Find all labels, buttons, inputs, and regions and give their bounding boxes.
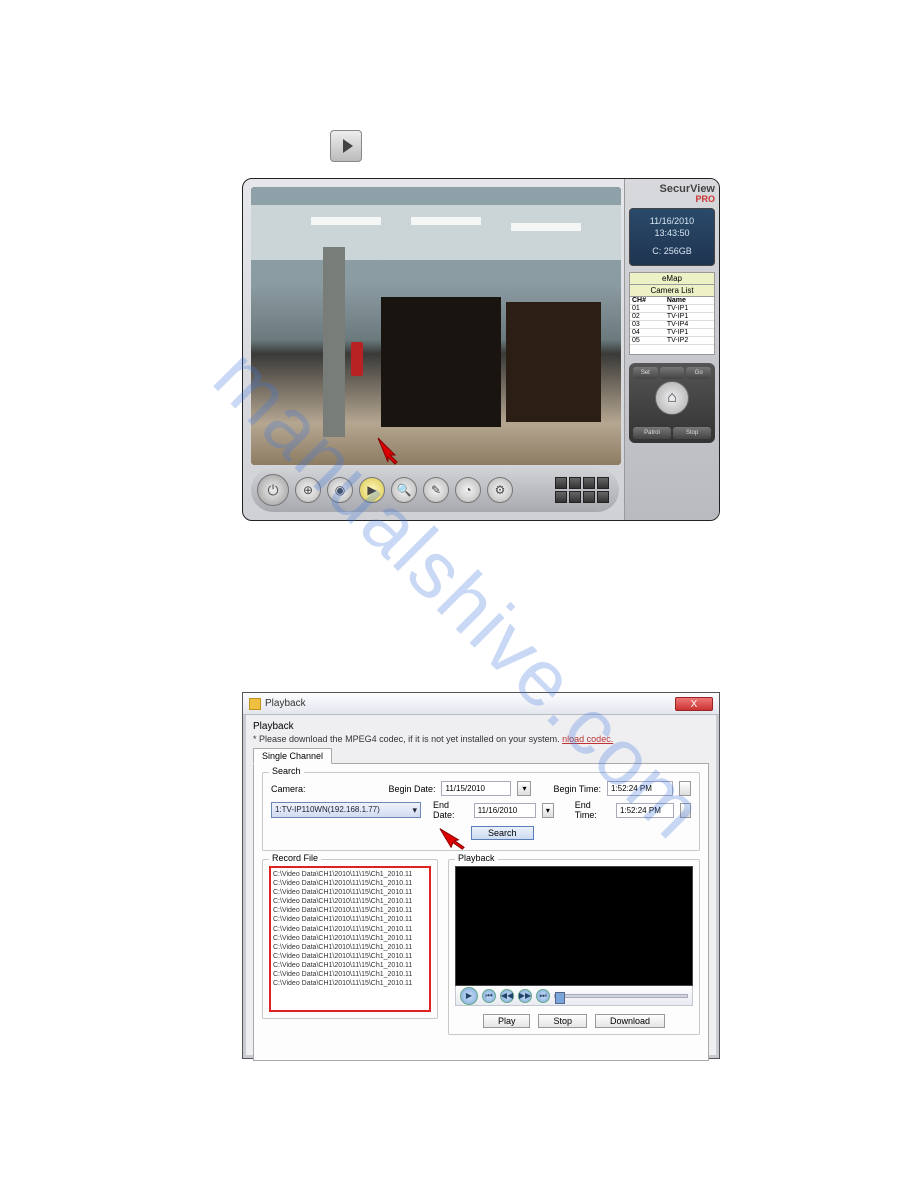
list-item[interactable]: C:\Video Data\CH1\2010\11\15\Ch1_2010.11 <box>273 888 427 897</box>
playback-group-title: Playback <box>455 853 498 863</box>
calendar-icon[interactable]: ▾ <box>517 781 531 796</box>
emap-button[interactable]: eMap <box>629 272 715 285</box>
codec-link[interactable]: nload codec. <box>562 734 613 744</box>
begin-date-input[interactable]: 11/15/2010 <box>441 781 511 796</box>
video-area[interactable] <box>251 187 621 465</box>
stop-button[interactable]: Stop <box>673 427 711 439</box>
rewind-icon[interactable]: ◀◀ <box>500 989 514 1003</box>
list-item[interactable]: C:\Video Data\CH1\2010\11\15\Ch1_2010.11 <box>273 943 427 952</box>
forward-icon[interactable]: ▶▶ <box>518 989 532 1003</box>
go-button[interactable]: Go <box>686 367 711 379</box>
title-bar[interactable]: Playback X <box>243 693 719 715</box>
camera-list-title: Camera List <box>629 285 715 297</box>
search-button[interactable]: Search <box>471 826 534 840</box>
close-button[interactable]: X <box>675 697 713 711</box>
tab-panel: Search Camera: Begin Date: 11/15/2010 ▾ … <box>253 763 709 1061</box>
playback-group: Playback ▶ ⏮ ◀◀ ▶▶ ⏭ Play Stop <box>448 859 700 1035</box>
play-pause-icon[interactable]: ▶ <box>460 987 478 1005</box>
red-arrow-icon <box>375 435 405 465</box>
right-panel: SecurView PRO 11/16/2010 13:43:50 C: 256… <box>624 179 719 520</box>
list-item[interactable]: C:\Video Data\CH1\2010\11\15\Ch1_2010.11 <box>273 879 427 888</box>
home-icon[interactable] <box>655 381 689 415</box>
seek-slider[interactable] <box>554 994 688 998</box>
col-ch: CH# <box>630 297 665 305</box>
download-button[interactable]: Download <box>595 1014 665 1028</box>
list-item[interactable]: C:\Video Data\CH1\2010\11\15\Ch1_2010.11 <box>273 970 427 979</box>
time-spinner[interactable] <box>679 781 691 796</box>
video-scene <box>251 187 621 465</box>
list-item[interactable]: C:\Video Data\CH1\2010\11\15\Ch1_2010.11 <box>273 897 427 906</box>
end-time-label: End Time: <box>575 800 610 820</box>
record-icon[interactable]: ◉ <box>327 477 353 503</box>
patrol-button[interactable]: Patrol <box>633 427 671 439</box>
end-date-input[interactable]: 11/16/2010 <box>474 803 536 818</box>
settings1-icon[interactable]: ⊕ <box>295 477 321 503</box>
end-date-label: End Date: <box>433 800 468 820</box>
list-item[interactable]: C:\Video Data\CH1\2010\11\15\Ch1_2010.11 <box>273 915 427 924</box>
tab-single-channel[interactable]: Single Channel <box>253 748 332 764</box>
play-button[interactable]: Play <box>483 1014 531 1028</box>
record-file-list[interactable]: C:\Video Data\CH1\2010\11\15\Ch1_2010.11… <box>269 866 431 1012</box>
list-item[interactable]: C:\Video Data\CH1\2010\11\15\Ch1_2010.11 <box>273 925 427 934</box>
end-time-input[interactable]: 1:52:24 PM <box>616 803 674 818</box>
camera-label: Camera: <box>271 784 323 794</box>
layout-grid[interactable] <box>555 477 609 503</box>
camera-select[interactable]: 1:TV-IP110WN(192.168.1.77) <box>271 802 421 818</box>
list-item[interactable]: C:\Video Data\CH1\2010\11\15\Ch1_2010.11 <box>273 961 427 970</box>
codec-notice: * Please download the MPEG4 codec, if it… <box>253 734 709 744</box>
clock-display: 11/16/2010 13:43:50 C: 256GB <box>629 208 715 266</box>
clock-date: 11/16/2010 <box>650 216 694 228</box>
play-icon <box>330 130 362 162</box>
playback-icon[interactable]: ▶ <box>359 477 385 503</box>
playback-window: Playback X Playback * Please download th… <box>242 692 720 1059</box>
list-item[interactable]: C:\Video Data\CH1\2010\11\15\Ch1_2010.11 <box>273 906 427 915</box>
preset-slot[interactable] <box>660 367 685 379</box>
calendar-icon[interactable]: ▾ <box>542 803 554 818</box>
search-group: Search Camera: Begin Date: 11/15/2010 ▾ … <box>262 772 700 851</box>
window-title: Playback <box>265 698 306 709</box>
camera-row: 03TV-IP4 <box>630 321 714 329</box>
playback-video[interactable] <box>455 866 693 986</box>
begin-time-input[interactable]: 1:52:24 PM <box>607 781 673 796</box>
camera-row: 02TV-IP1 <box>630 313 714 321</box>
list-item[interactable]: C:\Video Data\CH1\2010\11\15\Ch1_2010.11 <box>273 979 427 988</box>
playback-controls: ▶ ⏮ ◀◀ ▶▶ ⏭ <box>455 986 693 1006</box>
camera-row: 04TV-IP1 <box>630 329 714 337</box>
camera-row: 01TV-IP1 <box>630 305 714 313</box>
time-spinner[interactable] <box>680 803 691 818</box>
begin-date-label: Begin Date: <box>388 784 435 794</box>
securview-window: SecurView PRO 11/16/2010 13:43:50 C: 256… <box>242 178 720 521</box>
list-item[interactable]: C:\Video Data\CH1\2010\11\15\Ch1_2010.11 <box>273 952 427 961</box>
next-icon[interactable]: ⏭ <box>536 989 550 1003</box>
search-group-title: Search <box>269 766 304 776</box>
ptz-control[interactable]: Set Go Patrol Stop <box>629 363 715 443</box>
prev-icon[interactable]: ⏮ <box>482 989 496 1003</box>
power-button[interactable] <box>257 474 289 506</box>
clock-time: 13:43:50 <box>654 228 689 240</box>
list-item[interactable]: C:\Video Data\CH1\2010\11\15\Ch1_2010.11 <box>273 870 427 879</box>
camera-row: 05TV-IP2 <box>630 337 714 345</box>
gear-icon[interactable]: ⚙ <box>487 477 513 503</box>
set-button[interactable]: Set <box>633 367 658 379</box>
toolbar: ⊕ ◉ ▶ 🔍 ✎ ◔ ⚙ <box>251 468 619 512</box>
begin-time-label: Begin Time: <box>553 784 601 794</box>
clock-disk: C: 256GB <box>652 246 692 258</box>
list-item[interactable]: C:\Video Data\CH1\2010\11\15\Ch1_2010.11 <box>273 934 427 943</box>
window-icon <box>249 698 261 710</box>
brand-logo: SecurView PRO <box>629 183 715 204</box>
schedule-icon[interactable]: ◔ <box>455 477 481 503</box>
col-name: Name <box>665 297 714 305</box>
search-icon[interactable]: 🔍 <box>391 477 417 503</box>
brand-sub: PRO <box>629 194 715 204</box>
log-icon[interactable]: ✎ <box>423 477 449 503</box>
red-arrow-icon <box>438 826 466 850</box>
menu-playback[interactable]: Playback <box>253 721 709 732</box>
stop-button[interactable]: Stop <box>538 1014 587 1028</box>
record-file-title: Record File <box>269 853 321 863</box>
record-file-group: Record File C:\Video Data\CH1\2010\11\15… <box>262 859 438 1019</box>
camera-list[interactable]: CH#Name 01TV-IP1 02TV-IP1 03TV-IP4 04TV-… <box>629 297 715 355</box>
